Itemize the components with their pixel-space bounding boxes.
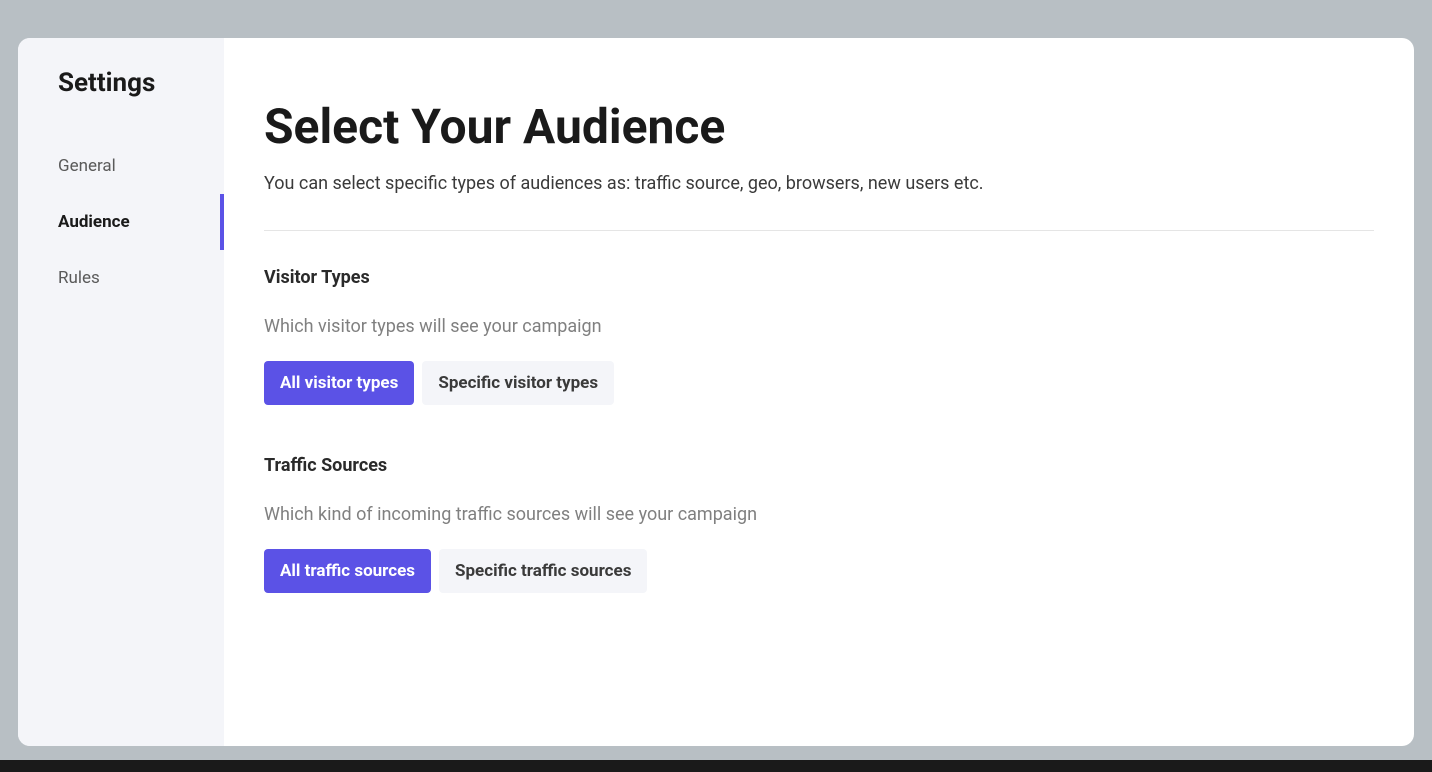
page-title: Select Your Audience bbox=[264, 98, 1374, 155]
sidebar-item-label: Audience bbox=[58, 212, 130, 232]
sidebar-title: Settings bbox=[18, 68, 224, 98]
all-traffic-sources-button[interactable]: All traffic sources bbox=[264, 549, 431, 593]
sidebar-item-general[interactable]: General bbox=[18, 138, 224, 194]
page-subtitle: You can select specific types of audienc… bbox=[264, 173, 1374, 194]
section-title: Traffic Sources bbox=[264, 455, 1374, 476]
section-traffic-sources: Traffic Sources Which kind of incoming t… bbox=[264, 455, 1374, 593]
divider bbox=[264, 230, 1374, 231]
all-visitor-types-button[interactable]: All visitor types bbox=[264, 361, 414, 405]
main-content: Select Your Audience You can select spec… bbox=[224, 38, 1414, 746]
settings-card: Settings General Audience Rules Select Y… bbox=[18, 38, 1414, 746]
visitor-types-toggle-group: All visitor types Specific visitor types bbox=[264, 361, 1374, 405]
sidebar-item-rules[interactable]: Rules bbox=[18, 250, 224, 306]
sidebar-item-label: Rules bbox=[58, 268, 100, 288]
sidebar-item-audience[interactable]: Audience bbox=[18, 194, 224, 250]
footer-bar bbox=[0, 760, 1432, 772]
section-title: Visitor Types bbox=[264, 267, 1374, 288]
sidebar: Settings General Audience Rules bbox=[18, 38, 224, 746]
specific-visitor-types-button[interactable]: Specific visitor types bbox=[422, 361, 614, 405]
sidebar-item-label: General bbox=[58, 156, 116, 176]
section-description: Which kind of incoming traffic sources w… bbox=[264, 504, 1374, 525]
section-visitor-types: Visitor Types Which visitor types will s… bbox=[264, 267, 1374, 405]
specific-traffic-sources-button[interactable]: Specific traffic sources bbox=[439, 549, 647, 593]
traffic-sources-toggle-group: All traffic sources Specific traffic sou… bbox=[264, 549, 1374, 593]
section-description: Which visitor types will see your campai… bbox=[264, 316, 1374, 337]
